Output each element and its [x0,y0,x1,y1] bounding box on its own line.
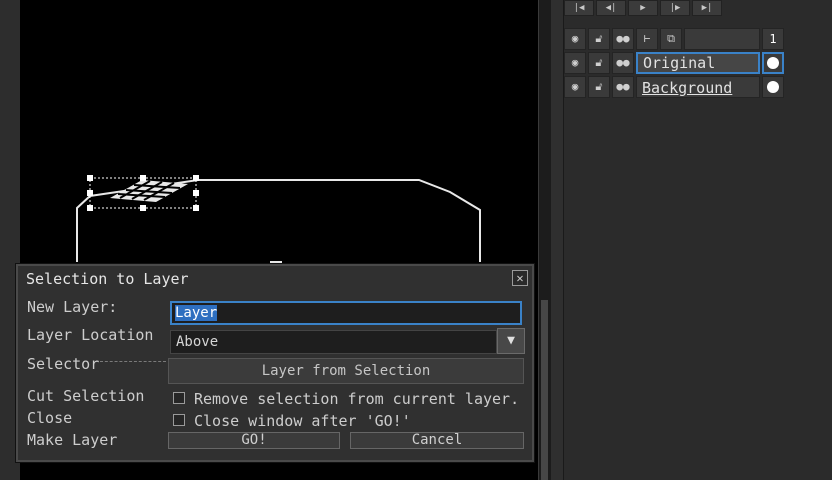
duplicate-icon[interactable]: ⧉ [660,28,682,50]
close-window-checkbox[interactable] [173,414,185,426]
cut-selection-label: Cut Selection [27,387,145,405]
link-icon[interactable]: ●● [612,28,634,50]
close-window-label[interactable]: Close window after 'GO!' [194,412,411,430]
link-icon[interactable]: ●● [612,76,634,98]
close-icon[interactable]: ✕ [512,270,528,286]
play-button[interactable]: ▶ [628,0,658,16]
layer-visibility-dot[interactable] [762,52,784,74]
last-frame-button[interactable]: ▶| [692,0,722,16]
dialog-title: Selection to Layer [26,270,189,288]
layer-header-row: ◉ 🔓︎ ●● ⊢ ⧉ 1 [564,27,788,51]
eye-icon[interactable]: ◉ [564,28,586,50]
go-button[interactable]: GO! [168,432,340,449]
selector-label: Selector [27,355,100,373]
tree-icon[interactable]: ⊢ [636,28,658,50]
layer-visibility-dot[interactable] [762,76,784,98]
layer-list: ◉ 🔓︎ ●● ⊢ ⧉ 1 ◉ 🔓︎ ●● Original ◉ 🔓︎ ●● B… [564,27,788,99]
remove-selection-label[interactable]: Remove selection from current layer. [194,390,519,408]
frame-number[interactable]: 1 [762,28,784,50]
layer-location-label: Layer Location [27,326,154,344]
panel-splitter[interactable] [551,0,564,480]
first-frame-button[interactable]: |◀ [564,0,594,16]
selection-to-layer-dialog: Selection to Layer ✕ New Layer: Layer La… [16,264,534,462]
dot-icon [767,81,779,93]
dot-icon [767,57,779,69]
layer-name-original[interactable]: Original [636,52,760,74]
next-frame-button[interactable]: |▶ [660,0,690,16]
link-icon[interactable]: ●● [612,52,634,74]
chevron-down-icon[interactable]: ▼ [497,328,525,354]
make-layer-label: Make Layer [27,431,118,449]
cancel-button[interactable]: Cancel [350,432,524,449]
layer-location-select[interactable]: Above [170,330,497,354]
animation-controls: |◀ ◀| ▶ |▶ ▶| [564,0,724,16]
new-layer-input[interactable]: Layer [170,301,522,325]
new-layer-value: Layer [175,305,218,321]
close-label: Close [27,409,73,427]
eye-icon[interactable]: ◉ [564,76,586,98]
layers-panel: |◀ ◀| ▶ |▶ ▶| ◉ 🔓︎ ●● ⊢ ⧉ 1 ◉ 🔓︎ ●● Orig… [564,0,832,480]
remove-selection-checkbox[interactable] [173,392,185,404]
prev-frame-button[interactable]: ◀| [596,0,626,16]
lock-icon[interactable]: 🔓︎ [588,28,610,50]
layer-row[interactable]: ◉ 🔓︎ ●● Original [564,51,788,75]
lock-icon[interactable]: 🔓︎ [588,76,610,98]
header-spacer [684,28,760,50]
layer-row[interactable]: ◉ 🔓︎ ●● Background [564,75,788,99]
selector-divider [100,361,166,362]
eye-icon[interactable]: ◉ [564,52,586,74]
new-layer-label: New Layer: [27,298,118,316]
layer-name-background[interactable]: Background [636,76,760,98]
layer-from-selection-button[interactable]: Layer from Selection [168,358,524,384]
canvas-scrollbar-thumb[interactable] [541,300,548,480]
lock-icon[interactable]: 🔓︎ [588,52,610,74]
